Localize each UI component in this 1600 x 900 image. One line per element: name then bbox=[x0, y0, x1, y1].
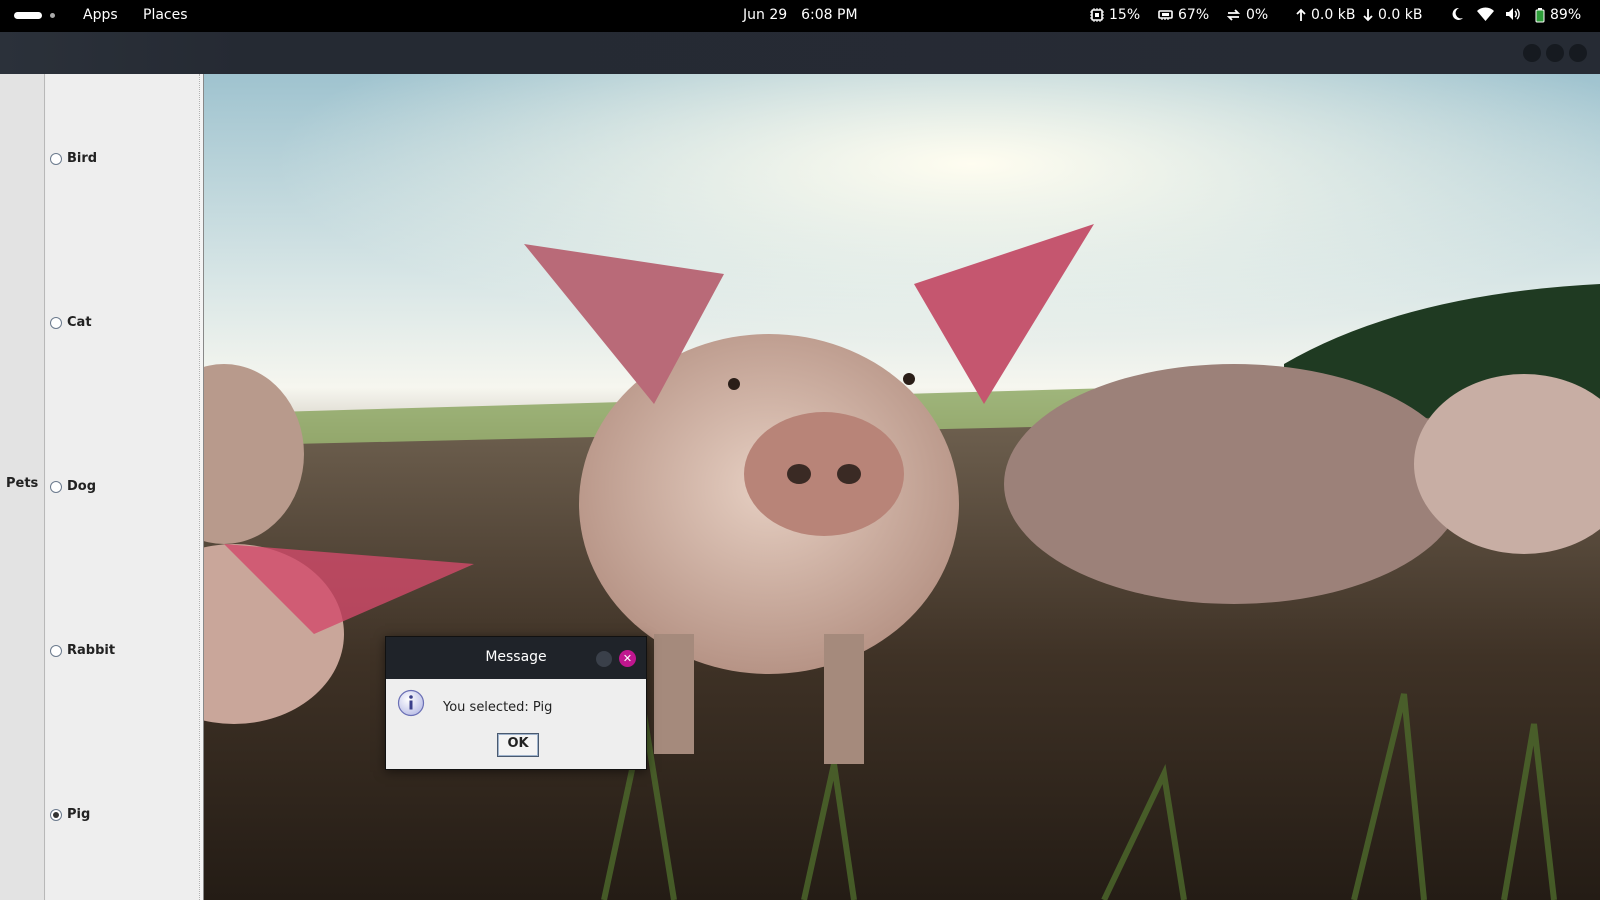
radio-button-icon bbox=[50, 480, 62, 493]
maximize-button[interactable] bbox=[1546, 44, 1564, 62]
download-arrow-icon bbox=[1363, 9, 1373, 22]
minimize-button[interactable] bbox=[1523, 44, 1541, 62]
apps-menu[interactable]: Apps bbox=[83, 7, 118, 23]
workspace-indicator[interactable] bbox=[14, 12, 55, 20]
radio-pig[interactable]: Pig bbox=[50, 807, 90, 822]
dialog-message: You selected: Pig bbox=[443, 700, 553, 715]
time: 6:08 PM bbox=[801, 7, 858, 23]
pets-panel: Pets Bird Cat Dog Rabbit Pig bbox=[0, 74, 204, 900]
date: Jun 29 bbox=[743, 7, 788, 23]
dialog-titlebar[interactable]: Message ✕ bbox=[386, 637, 646, 679]
swap-indicator[interactable]: 0% bbox=[1226, 7, 1268, 23]
battery-indicator[interactable]: 89% bbox=[1535, 7, 1581, 23]
radio-button-selected-icon bbox=[50, 808, 62, 821]
cpu-usage: 15% bbox=[1109, 7, 1141, 23]
cpu-icon bbox=[1090, 8, 1104, 22]
radio-rabbit-label: Rabbit bbox=[67, 643, 116, 658]
message-dialog: Message ✕ You selected: Pig OK bbox=[385, 636, 647, 770]
top-panel: Apps Places Jun 29 6:08 PM 15% 67% 0% 0.0… bbox=[0, 0, 1600, 32]
swap-usage: 0% bbox=[1246, 7, 1269, 23]
download-rate: 0.0 kB bbox=[1378, 7, 1423, 23]
upload-rate: 0.0 kB bbox=[1311, 7, 1356, 23]
wifi-indicator[interactable] bbox=[1477, 7, 1499, 21]
memory-usage: 67% bbox=[1178, 7, 1210, 23]
memory-icon bbox=[1158, 10, 1173, 20]
battery-level: 89% bbox=[1550, 7, 1582, 23]
upload-indicator[interactable]: 0.0 kB bbox=[1296, 7, 1355, 23]
pets-tab-label: Pets bbox=[6, 476, 39, 491]
info-icon bbox=[397, 689, 425, 721]
radio-bird[interactable]: Bird bbox=[50, 151, 97, 166]
night-light-indicator[interactable] bbox=[1450, 7, 1469, 21]
pig-photo bbox=[204, 74, 1600, 900]
ok-button[interactable]: OK bbox=[497, 733, 539, 757]
upload-arrow-icon bbox=[1296, 8, 1306, 21]
radio-bird-label: Bird bbox=[67, 151, 98, 166]
moon-icon bbox=[1452, 7, 1463, 20]
radio-pig-label: Pig bbox=[67, 807, 91, 822]
pets-tab[interactable]: Pets bbox=[0, 74, 45, 900]
battery-icon bbox=[1535, 7, 1545, 22]
radio-cat-label: Cat bbox=[67, 315, 92, 330]
swap-icon bbox=[1226, 9, 1241, 21]
radio-dog-label: Dog bbox=[67, 479, 97, 494]
places-menu[interactable]: Places bbox=[143, 7, 188, 23]
radio-rabbit[interactable]: Rabbit bbox=[50, 643, 115, 658]
radio-cat[interactable]: Cat bbox=[50, 315, 92, 330]
volume-indicator[interactable] bbox=[1505, 7, 1526, 21]
radio-button-icon bbox=[50, 316, 62, 329]
window-header[interactable] bbox=[0, 32, 1600, 74]
dialog-minimize-button[interactable] bbox=[596, 651, 612, 667]
wifi-icon bbox=[1477, 7, 1494, 21]
cpu-indicator[interactable]: 15% bbox=[1090, 7, 1140, 23]
radio-button-icon bbox=[50, 644, 62, 657]
radio-dog[interactable]: Dog bbox=[50, 479, 96, 494]
memory-indicator[interactable]: 67% bbox=[1158, 7, 1209, 23]
speaker-icon bbox=[1506, 8, 1520, 20]
pet-radio-group: Bird Cat Dog Rabbit Pig bbox=[46, 74, 199, 900]
pig-photo-illustration bbox=[204, 74, 1600, 900]
download-indicator[interactable]: 0.0 kB bbox=[1363, 7, 1422, 23]
radio-button-icon bbox=[50, 152, 62, 165]
dialog-close-button[interactable]: ✕ bbox=[619, 650, 636, 667]
close-button[interactable] bbox=[1569, 44, 1587, 62]
clock[interactable]: Jun 29 6:08 PM bbox=[743, 7, 872, 23]
